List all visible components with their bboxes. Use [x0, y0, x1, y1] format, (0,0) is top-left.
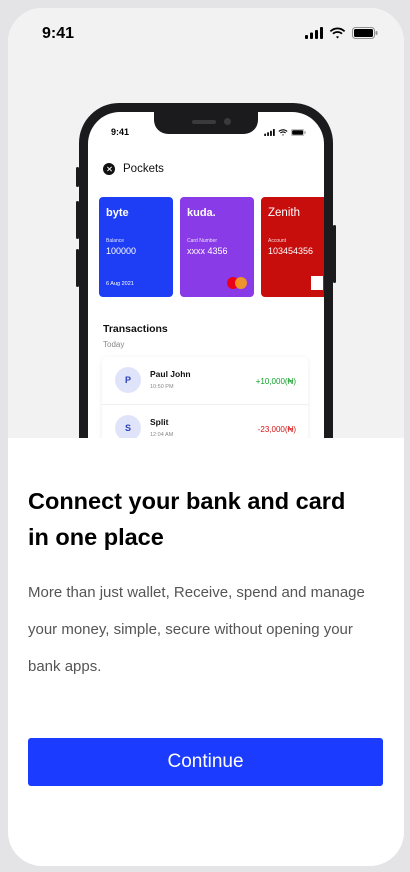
mastercard-orange-circle [235, 277, 247, 289]
transaction-row[interactable]: S Split 12:04 AM -23,000(₦) [102, 405, 308, 438]
cellular-signal-icon [264, 129, 275, 136]
battery-icon [352, 27, 378, 39]
card-brand: Zenith [268, 207, 300, 219]
mute-switch [76, 167, 79, 187]
phone-mockup: 9:41 Pockets byte Balance 100000 6 Aug 2… [76, 103, 336, 438]
transaction-list: P Paul John 10:50 PM +10,000(₦) S Split … [102, 357, 308, 438]
status-bar: 9:41 [8, 8, 404, 58]
transactions-title: Transactions [103, 323, 168, 335]
wifi-icon [278, 129, 288, 136]
kuda-card[interactable]: kuda. Card Number xxxx 4356 [180, 197, 254, 297]
avatar: P [115, 367, 141, 393]
transaction-time: 12:04 AM [150, 432, 174, 438]
transaction-row[interactable]: P Paul John 10:50 PM +10,000(₦) [102, 357, 308, 405]
cellular-signal-icon [305, 27, 323, 39]
onboarding-screen: 9:41 9:41 Pockets byte Balance 100000 6 … [8, 8, 404, 866]
byte-card[interactable]: byte Balance 100000 6 Aug 2021 [99, 197, 173, 297]
transaction-amount: -23,000(₦) [257, 425, 296, 434]
transaction-name: Paul John [150, 369, 191, 379]
transaction-time: 10:50 PM [150, 384, 174, 390]
power-button [333, 225, 336, 283]
transaction-amount: +10,000(₦) [255, 377, 296, 386]
status-time: 9:41 [42, 25, 75, 42]
hero-illustration: 9:41 9:41 Pockets byte Balance 100000 6 … [8, 8, 404, 438]
continue-button[interactable]: Continue [28, 738, 383, 786]
zenith-card[interactable]: Zenith Account 103454356 [261, 197, 324, 297]
card-value: 100000 [106, 246, 137, 256]
card-label: Card Number [187, 238, 218, 244]
transactions-day: Today [103, 340, 125, 349]
card-label: Account [268, 238, 287, 244]
pockets-title: Pockets [123, 163, 164, 175]
card-value: xxxx 4356 [187, 246, 228, 256]
battery-icon [291, 129, 306, 136]
transaction-name: Split [150, 417, 169, 427]
mockup-status-time: 9:41 [111, 127, 130, 137]
card-value: 103454356 [268, 246, 314, 256]
zenith-logo-icon [311, 276, 323, 290]
onboarding-description: More than just wallet, Receive, spend an… [28, 584, 365, 675]
card-brand: kuda. [187, 207, 216, 219]
phone-notch [154, 112, 258, 134]
speaker [192, 120, 216, 124]
phone-screen: 9:41 Pockets byte Balance 100000 6 Aug 2… [88, 112, 324, 438]
front-camera [224, 118, 231, 125]
close-icon[interactable] [103, 163, 115, 175]
card-label: Balance [106, 238, 125, 244]
onboarding-headline: Connect your bank and card in one place [28, 488, 346, 550]
mockup-status-icons [264, 129, 306, 136]
volume-up-button [76, 201, 79, 239]
card-date: 6 Aug 2021 [106, 281, 134, 287]
status-icons [305, 27, 378, 39]
wifi-icon [329, 27, 346, 39]
mastercard-logo-icon [227, 277, 247, 289]
pockets-header: Pockets [103, 163, 164, 175]
volume-down-button [76, 249, 79, 287]
card-brand: byte [106, 207, 129, 219]
avatar: S [115, 415, 141, 438]
